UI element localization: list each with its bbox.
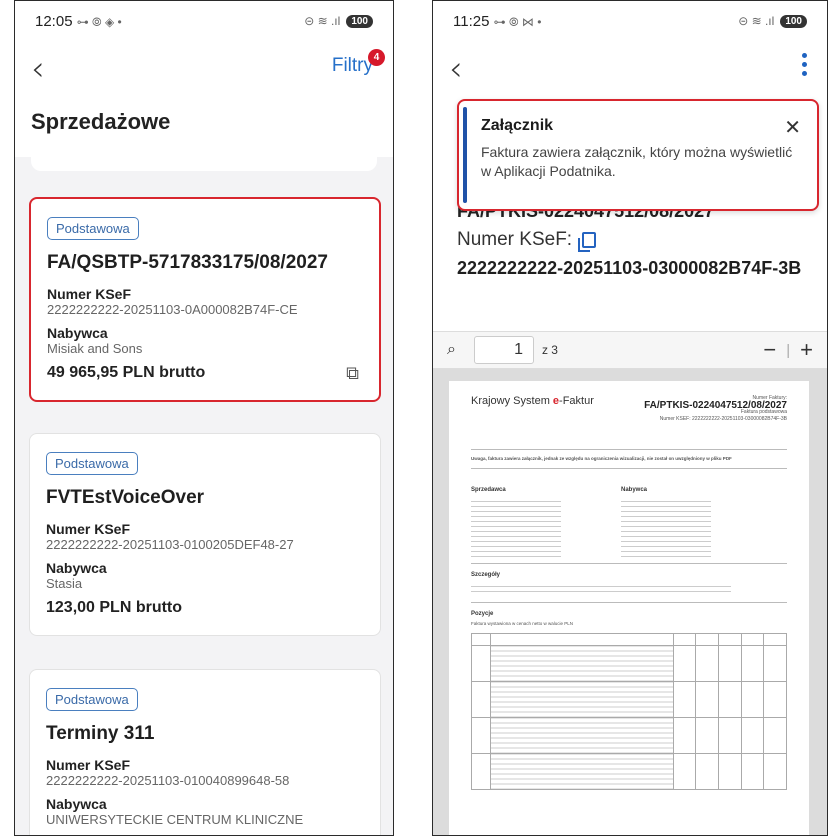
close-icon[interactable]: ✕ [784, 115, 801, 140]
filters-button[interactable]: Filtry [332, 55, 373, 77]
invoice-number: FVTEstVoiceOver [46, 487, 205, 508]
invoice-amount: 49 965,95 PLN brutto [47, 364, 206, 381]
invoice-card[interactable]: Podstawowa FA/QSBTP-5717833175/08/2027 N… [29, 197, 381, 402]
status-icons-right: ⊝ ≋ .ıl [304, 14, 341, 28]
zoom-in-button[interactable]: + [800, 337, 813, 363]
right-phone-screen: 11:25 ⊶ ⦾ ⋈ • ⊝ ≋ .ıl 100 ‹ Załącznik Fak… [432, 0, 828, 836]
pdf-invoice-header: Numer Faktury: FA/PTKIS-0224047512/08/20… [644, 395, 787, 423]
pdf-toolbar: ⌕ 1 z 3 − | + [433, 331, 827, 369]
pdf-attachment-note: Uwaga, faktura zawiera załącznik, jednak… [471, 456, 732, 461]
page-count: z 3 [541, 343, 558, 357]
battery-icon: 100 [780, 14, 807, 28]
ksef-label: Numer KSeF [47, 286, 132, 302]
zoom-out-button[interactable]: − [763, 337, 776, 363]
pdf-items-heading: Pozycje [471, 611, 494, 617]
pdf-buyer-heading: Nabywca [621, 487, 648, 493]
buyer-label: Nabywca [46, 796, 107, 812]
ksef-label-row: Numer KSeF: [457, 229, 597, 252]
pdf-invoice-number: FA/PTKIS-0224047512/08/2027 [644, 400, 787, 411]
page-title: Sprzedażowe [15, 93, 393, 157]
more-options-icon[interactable] [802, 53, 807, 76]
top-bar: ‹ [433, 41, 827, 93]
invoice-card[interactable]: Podstawowa Terminy 311 Numer KSeF 222222… [29, 669, 381, 835]
filters-count-badge: 4 [368, 49, 385, 66]
ksef-number: 2222222222-20251103-010040899648-58 [46, 773, 290, 788]
ksef-number: 2222222222-20251103-0A000082B74F-CE [47, 302, 298, 317]
search-icon[interactable]: ⌕ [447, 341, 456, 359]
status-icons-right: ⊝ ≋ .ıl [738, 14, 775, 28]
pdf-items-table [471, 633, 787, 790]
status-bar: 12:05 ⊶ ⦾ ◈ • ⊝ ≋ .ıl 100 [15, 1, 393, 41]
pdf-seller-heading: Sprzedawca [471, 487, 506, 493]
buyer-label: Nabywca [46, 560, 107, 576]
invoice-number: FA/QSBTP-5717833175/08/2027 [47, 252, 328, 273]
buyer-name: UNIWERSYTECKIE CENTRUM KLINICZNE [46, 812, 304, 827]
status-bar: 11:25 ⊶ ⦾ ⋈ • ⊝ ≋ .ıl 100 [433, 1, 827, 41]
invoice-type-tag: Podstawowa [46, 452, 138, 475]
buyer-label: Nabywca [47, 325, 108, 341]
page-number-input[interactable]: 1 [473, 336, 534, 364]
pdf-viewer[interactable]: Krajowy System e-Faktur Numer Faktury: F… [433, 369, 827, 835]
invoice-type-tag: Podstawowa [46, 688, 138, 711]
attachment-notification: Załącznik Faktura zawiera załącznik, któ… [457, 99, 819, 211]
zoom-divider: | [786, 341, 791, 359]
top-bar: ‹ Filtry 4 [15, 41, 393, 93]
previous-card-stub [31, 157, 377, 171]
back-arrow-icon[interactable]: ‹ [31, 49, 45, 89]
buyer-name: Stasia [46, 576, 83, 591]
pdf-ksef-line: Numer KSEF: 2222222222-20251103-03000082… [659, 416, 787, 422]
ksef-label: Numer KSeF [46, 757, 131, 773]
attachment-icon: ⧉ [346, 363, 359, 383]
back-arrow-icon[interactable]: ‹ [449, 49, 463, 89]
copy-icon[interactable] [578, 232, 597, 252]
notification-text: Faktura zawiera załącznik, który można w… [481, 144, 793, 179]
ksef-label: Numer KSeF [46, 521, 131, 537]
ksef-label: Numer KSeF: [457, 229, 573, 250]
notification-title: Załącznik [481, 117, 554, 134]
left-phone-screen: 12:05 ⊶ ⦾ ◈ • ⊝ ≋ .ıl 100 ‹ Filtry 4 Sprz… [14, 0, 394, 836]
status-time: 12:05 [35, 12, 73, 30]
ksef-number: 2222222222-20251103-03000082B74F-3B [457, 258, 802, 278]
pdf-page: Krajowy System e-Faktur Numer Faktury: F… [449, 381, 809, 835]
pdf-items-note: Faktura wystawiona w cenach netto w walu… [471, 621, 574, 626]
status-icons-left: ⊶ ⦾ ◈ • [76, 14, 122, 29]
pdf-details-heading: Szczegóły [471, 572, 501, 578]
invoice-number: Terminy 311 [46, 723, 155, 744]
invoice-card[interactable]: Podstawowa FVTEstVoiceOver Numer KSeF 22… [29, 433, 381, 636]
buyer-name: Misiak and Sons [47, 341, 143, 356]
ksef-number: 2222222222-20251103-0100205DEF48-27 [46, 537, 294, 552]
battery-icon: 100 [346, 14, 373, 28]
status-icons-left: ⊶ ⦾ ⋈ • [493, 14, 542, 29]
invoice-amount: 123,00 PLN brutto [46, 599, 183, 616]
status-time: 11:25 [453, 12, 490, 30]
invoice-type-tag: Podstawowa [47, 217, 139, 240]
